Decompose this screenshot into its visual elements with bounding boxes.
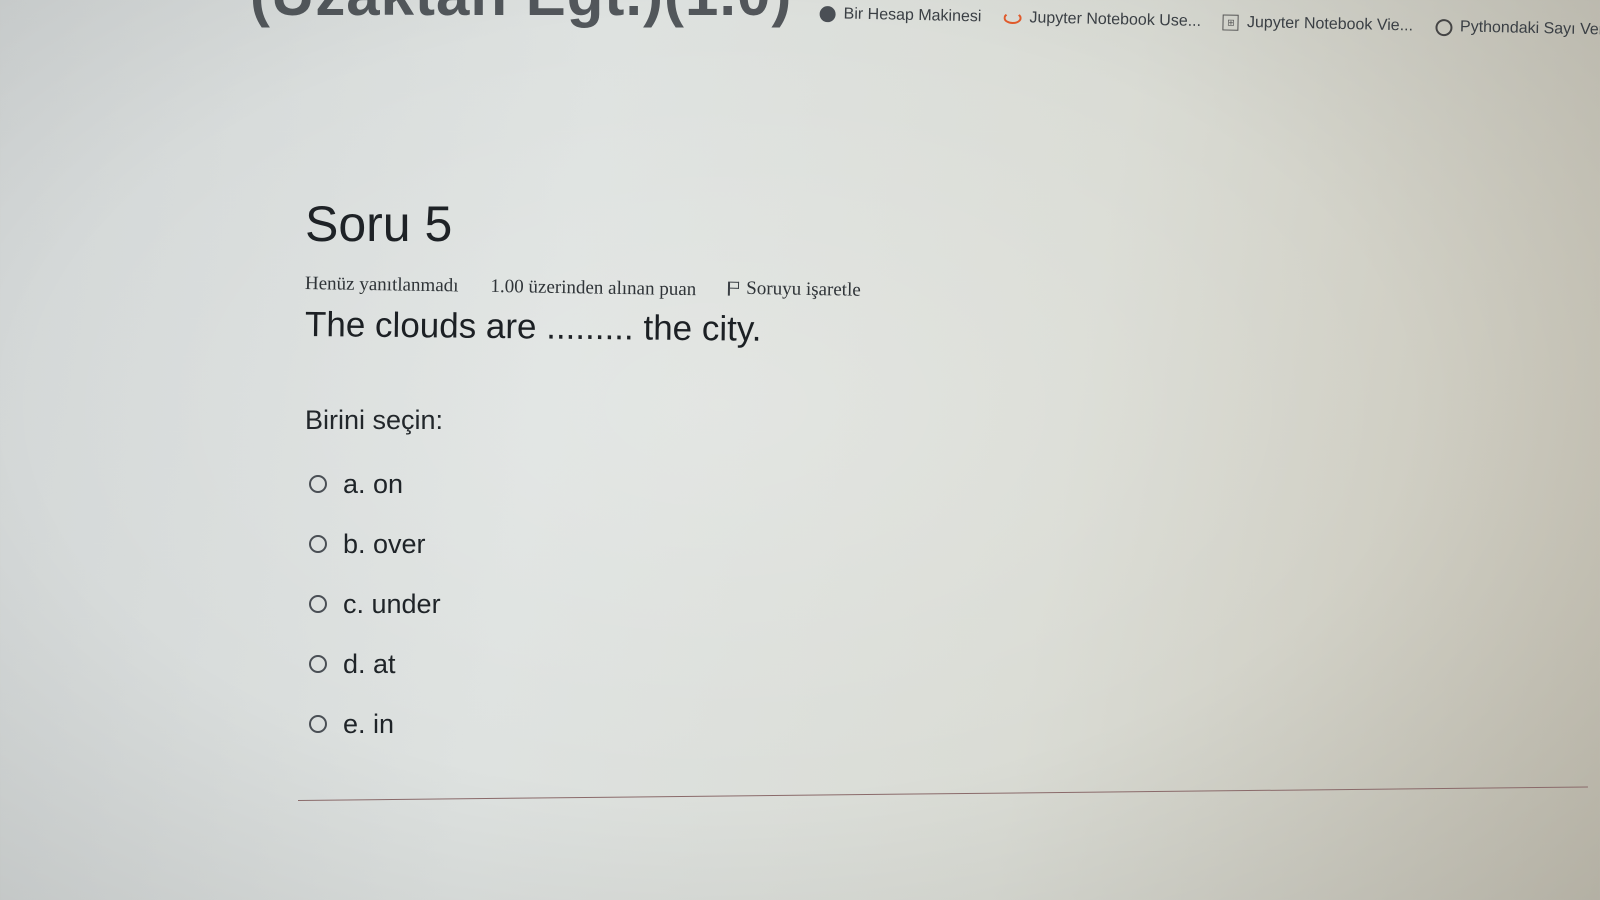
question-meta: Henüz yanıtlanmadı 1.00 üzerinden alınan… bbox=[305, 271, 1205, 309]
answer-label[interactable]: d. at bbox=[343, 649, 396, 680]
question-points: 1.00 üzerinden alınan puan bbox=[490, 275, 697, 301]
radio-button[interactable] bbox=[309, 475, 327, 493]
answer-label[interactable]: c. under bbox=[343, 589, 441, 620]
question-title: Soru 5 bbox=[305, 196, 453, 252]
globe-icon bbox=[1434, 18, 1453, 36]
answer-option-b[interactable]: b. over bbox=[309, 514, 1205, 574]
jupyter-viewer-icon: ⊞ bbox=[1222, 14, 1240, 31]
section-divider bbox=[297, 786, 1588, 801]
question-block: Soru 5 Henüz yanıtlanmadı 1.00 üzerinden… bbox=[305, 195, 1205, 754]
flag-question-link[interactable]: Soruyu işaretle bbox=[728, 278, 861, 302]
radio-button[interactable] bbox=[309, 715, 327, 733]
question-text: The clouds are ......... the city. bbox=[304, 305, 762, 349]
answer-label[interactable]: e. in bbox=[343, 709, 394, 740]
radio-button[interactable] bbox=[309, 655, 327, 673]
bookmark-label: Jupyter Notebook Use... bbox=[1029, 9, 1202, 30]
answer-option-c[interactable]: c. under bbox=[309, 574, 1205, 634]
answer-label[interactable]: b. over bbox=[343, 529, 426, 560]
flag-icon bbox=[728, 282, 740, 296]
bookmark-calculator[interactable]: Bir Hesap Makinesi bbox=[819, 5, 982, 26]
answer-label[interactable]: a. on bbox=[343, 469, 403, 500]
bookmark-jupyter-viewer[interactable]: ⊞ Jupyter Notebook Vie... bbox=[1222, 13, 1414, 35]
answer-prompt: Birini seçin: bbox=[305, 405, 444, 435]
radio-button[interactable] bbox=[309, 535, 327, 553]
jupyter-icon bbox=[1003, 11, 1022, 25]
question-status: Henüz yanıtlanmadı bbox=[304, 273, 459, 297]
flag-question-label: Soruyu işaretle bbox=[746, 277, 861, 301]
calculator-icon bbox=[819, 5, 836, 23]
answer-options: a. on b. over c. under d. at e. in bbox=[305, 454, 1205, 754]
bookmark-label: Bir Hesap Makinesi bbox=[843, 5, 982, 26]
bookmark-python-data-types[interactable]: Pythondaki Sayı Veri T... bbox=[1434, 18, 1600, 40]
bookmarks-bar: Bir Hesap Makinesi Jupyter Notebook Use.… bbox=[819, 0, 1600, 49]
page-heading: (Uzaktan Eğt.)(1.0) bbox=[250, 0, 792, 29]
answer-option-d[interactable]: d. at bbox=[309, 634, 1205, 694]
answer-option-a[interactable]: a. on bbox=[309, 454, 1205, 514]
radio-button[interactable] bbox=[309, 595, 327, 613]
answer-option-e[interactable]: e. in bbox=[309, 694, 1205, 754]
bookmark-jupyter-user[interactable]: Jupyter Notebook Use... bbox=[1003, 9, 1201, 31]
bookmark-label: Jupyter Notebook Vie... bbox=[1246, 13, 1414, 35]
bookmark-label: Pythondaki Sayı Veri T... bbox=[1459, 18, 1600, 39]
